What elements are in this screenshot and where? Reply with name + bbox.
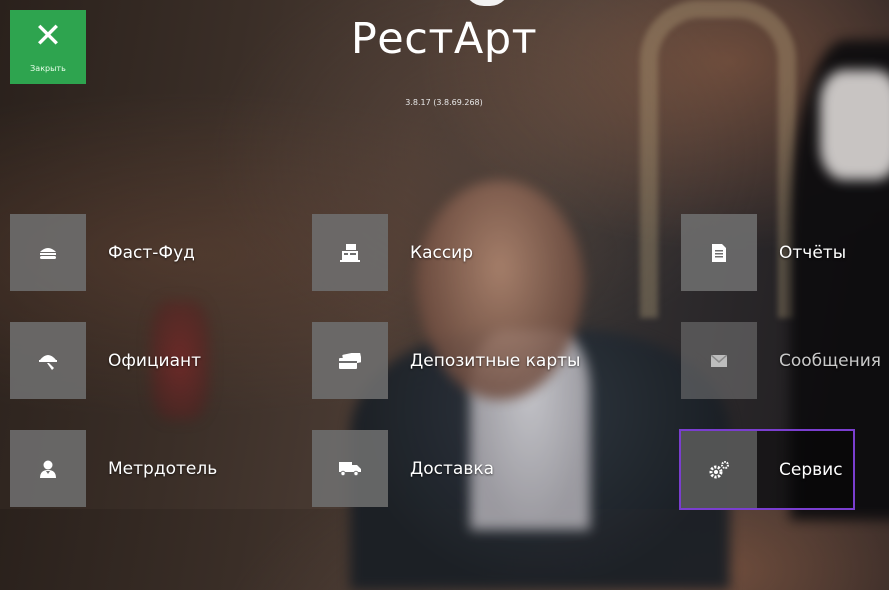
waiter-icon (10, 322, 86, 399)
menu-tile-label: Сервис (779, 459, 843, 480)
menu-tile-cashier[interactable]: Кассир (312, 214, 473, 291)
menu-tile-label: Доставка (410, 458, 495, 479)
truck-icon (312, 430, 388, 507)
document-icon (681, 214, 757, 291)
menu-tile-label: Кассир (410, 242, 474, 263)
person-icon (10, 430, 86, 507)
close-label: Закрыть (30, 64, 66, 73)
menu-tile-maitre-d[interactable]: Метрдотель (10, 430, 217, 507)
menu-tile-delivery[interactable]: Доставка (312, 430, 494, 507)
logo-arc-icon (464, 0, 510, 6)
app-version: 3.8.17 (3.8.69.268) (405, 98, 483, 107)
menu-tile-label: Депозитные карты (410, 350, 581, 371)
menu-tile-deposit-cards[interactable]: Депозитные карты (312, 322, 580, 399)
background-waiter-shirt (820, 70, 889, 180)
menu-tile-messages[interactable]: Сообщения (681, 322, 881, 399)
menu-tile-label: Сообщения (779, 350, 882, 371)
menu-tile-label: Метрдотель (108, 458, 218, 479)
burger-icon (10, 214, 86, 291)
envelope-icon (681, 322, 757, 399)
menu-tile-service[interactable]: Сервис (679, 429, 855, 510)
gears-icon (681, 431, 757, 508)
card-icon (312, 322, 388, 399)
menu-tile-label: Официант (108, 350, 202, 371)
menu-tile-label: Отчёты (779, 242, 847, 263)
menu-tile-reports[interactable]: Отчёты (681, 214, 846, 291)
menu-tile-fast-food[interactable]: Фаст-Фуд (10, 214, 195, 291)
cash-register-icon (312, 214, 388, 291)
app-title: РестАрт (350, 14, 538, 64)
menu-tile-waiter[interactable]: Официант (10, 322, 201, 399)
menu-tile-label: Фаст-Фуд (108, 242, 195, 263)
